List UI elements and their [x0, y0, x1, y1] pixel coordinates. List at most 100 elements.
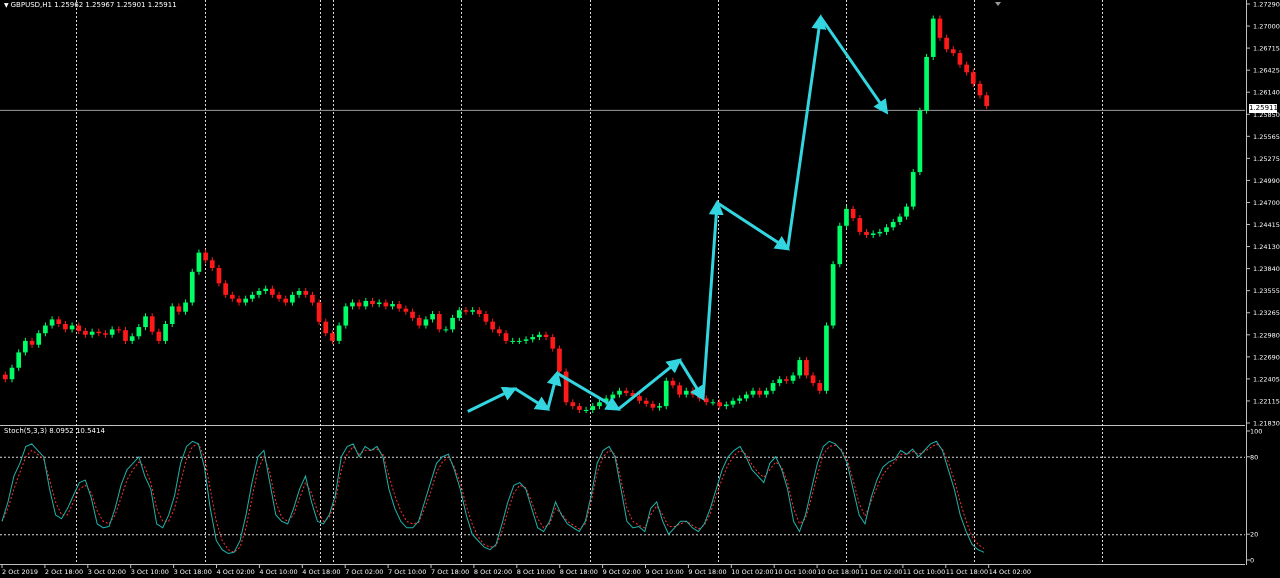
zigzag-arrow: [467, 387, 518, 413]
candle-body: [323, 321, 329, 334]
time-tick-label: 3 Oct 02:00: [88, 568, 126, 576]
candle-body: [109, 329, 115, 335]
candle-body: [777, 379, 783, 384]
trading-chart[interactable]: 1.27290 1.27000 1.26715 1.26425 1.26140 1.258…: [0, 0, 1280, 578]
candle-body: [176, 306, 182, 312]
candle-body: [276, 294, 282, 299]
candle-body: [597, 402, 602, 407]
candle-body: [396, 304, 402, 309]
candle-body: [877, 231, 883, 234]
candle-body: [523, 339, 529, 341]
candle-body: [290, 294, 295, 303]
candle-body: [510, 340, 516, 342]
candle-body: [503, 333, 509, 341]
candle-body: [944, 37, 949, 50]
time-tick-label: 10 Oct 10:00: [774, 568, 816, 576]
candle-body: [917, 110, 923, 173]
price-tick-label: 1.25275: [1253, 155, 1280, 163]
candle-body: [376, 302, 382, 305]
time-tick-label: 11 Oct 10:00: [903, 568, 945, 576]
candle-body: [49, 319, 55, 326]
time-tick-label: 8 Oct 18:00: [560, 568, 598, 576]
candle-body: [937, 18, 943, 38]
candle-body: [703, 398, 709, 403]
candle-body: [744, 394, 749, 399]
candle-body: [897, 216, 903, 222]
candle-body: [83, 330, 88, 335]
time-tick-label: 11 Oct 02:00: [860, 568, 902, 576]
price-tick-label: 1.26715: [1253, 45, 1280, 53]
candle-body: [223, 283, 228, 295]
candle-body: [610, 394, 616, 399]
price-tick-label: 1.21830: [1253, 420, 1280, 428]
price-tick-label: 1.22690: [1253, 353, 1280, 361]
candle-body: [169, 306, 175, 325]
candle-body: [36, 333, 42, 345]
candle-body: [623, 390, 629, 394]
price-tick-label: 1.23840: [1253, 265, 1280, 273]
price-tick-label: 1.23555: [1253, 287, 1280, 295]
candle-body: [69, 325, 75, 330]
candle-body: [303, 291, 309, 295]
candle-body: [690, 390, 696, 395]
candle-body: [530, 337, 536, 340]
candle-body: [103, 333, 108, 335]
candle-body: [750, 390, 756, 395]
time-tick-label: 8 Oct 02:00: [474, 568, 512, 576]
candle-body: [76, 325, 82, 331]
price-tick-label: 1.22405: [1253, 375, 1280, 383]
triangle-down-icon[interactable]: ▼: [4, 2, 9, 9]
candle-body: [737, 398, 742, 401]
candle-body: [910, 172, 916, 207]
time-tick-label: 2 Oct 2019: [2, 568, 38, 576]
candle-body: [470, 310, 475, 312]
candle-body: [3, 374, 8, 380]
stoch-tick-label: 100: [1250, 428, 1262, 436]
time-tick-label: 7 Oct 18:00: [431, 568, 469, 576]
price-tick-label: 1.24130: [1253, 243, 1280, 251]
candle-body: [143, 316, 148, 328]
price-chart-svg[interactable]: 1.272901.270001.267151.264251.261401.258…: [0, 0, 1280, 578]
candle-body: [450, 317, 455, 330]
candle-body: [657, 406, 662, 408]
candle-body: [9, 367, 15, 380]
candle-body: [163, 324, 168, 341]
candle-body: [316, 302, 322, 322]
candle-body: [797, 360, 803, 376]
candle-body: [590, 406, 596, 410]
candle-body: [490, 321, 495, 330]
zigzag-arrow: [514, 387, 551, 411]
time-tick-label: 9 Oct 18:00: [688, 568, 726, 576]
candle-body: [890, 221, 896, 228]
price-tick-label: 1.27000: [1253, 23, 1280, 31]
candle-body: [476, 310, 482, 315]
candle-body: [229, 294, 235, 299]
candle-body: [189, 271, 195, 303]
stochastic-layer: [1, 440, 985, 555]
candle-body: [390, 304, 395, 307]
candle-body: [970, 72, 976, 84]
candle-body: [870, 233, 876, 235]
price-tick-label: 1.22115: [1253, 397, 1280, 405]
candle-body: [683, 390, 689, 395]
price-tick-label: 1.24700: [1253, 199, 1280, 207]
time-tick-label: 4 Oct 10:00: [259, 568, 297, 576]
candle-body: [844, 208, 849, 226]
candle-body: [129, 336, 135, 341]
candle-body: [370, 300, 375, 305]
candle-body: [56, 319, 62, 325]
candle-body: [717, 402, 722, 407]
candle-body: [617, 390, 622, 395]
price-tick-label: 1.24415: [1253, 221, 1280, 229]
candle-body: [550, 337, 556, 349]
candle-body: [343, 306, 349, 326]
candle-body: [497, 329, 502, 334]
time-tick-label: 9 Oct 02:00: [603, 568, 641, 576]
stochastic-title: Stoch(5,3,3) 8.0952 10.5414: [4, 427, 105, 435]
candle-body: [857, 218, 863, 232]
time-tick-label: 11 Oct 18:00: [946, 568, 988, 576]
candle-body: [456, 310, 462, 318]
candle-body: [296, 291, 302, 295]
candle-body: [730, 400, 736, 405]
candle-body: [924, 56, 929, 111]
